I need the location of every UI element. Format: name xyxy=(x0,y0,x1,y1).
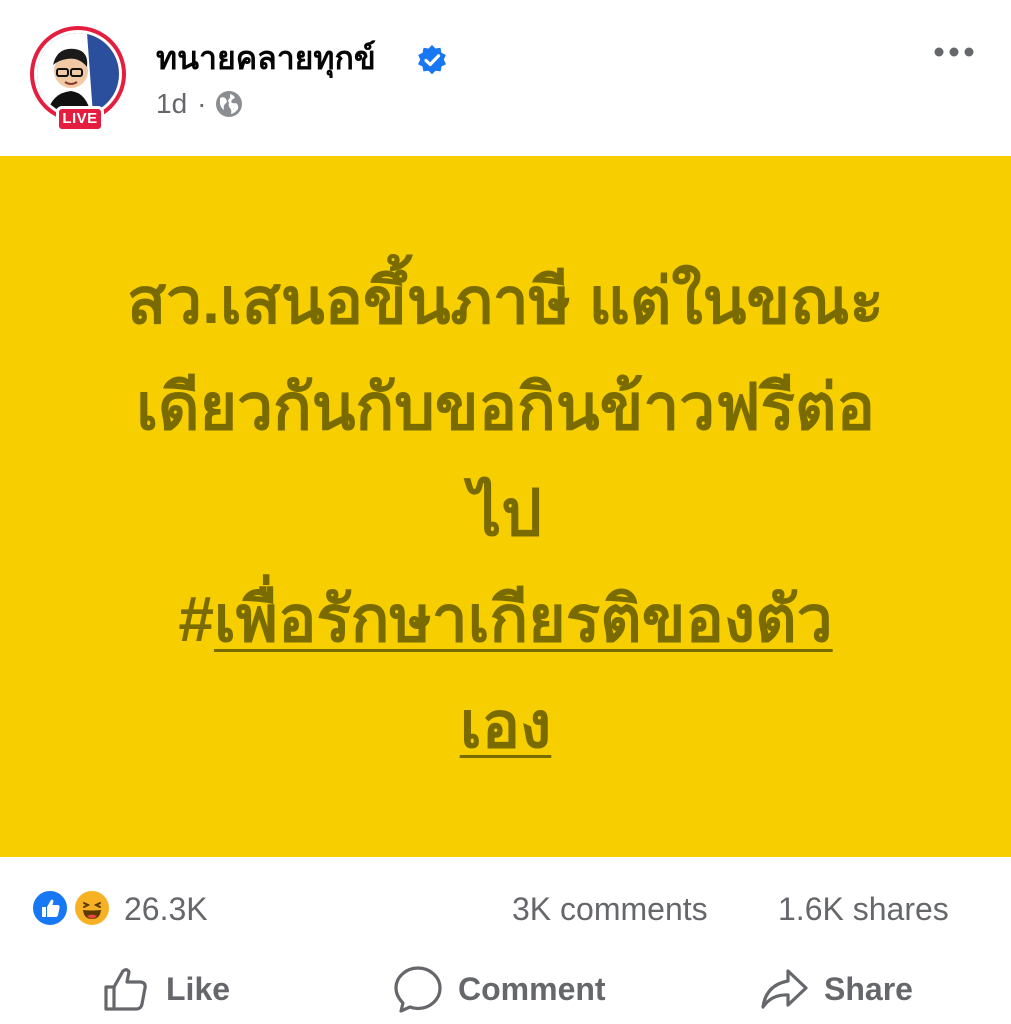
post-timestamp[interactable]: 1d xyxy=(156,88,187,120)
meta-separator: · xyxy=(197,88,207,119)
page-avatar[interactable]: LIVE xyxy=(30,26,134,132)
comment-bubble-icon xyxy=(394,966,442,1013)
shares-count[interactable]: 1.6K shares xyxy=(778,888,949,930)
like-label: Like xyxy=(166,970,231,1007)
thumbs-up-icon xyxy=(104,968,147,1011)
post-meta: 1d · xyxy=(156,86,244,122)
like-button[interactable]: Like xyxy=(100,958,230,1020)
comment-button[interactable]: Comment xyxy=(392,958,606,1020)
comment-label: Comment xyxy=(458,970,606,1007)
haha-reaction-icon[interactable] xyxy=(72,888,112,928)
hashtag-prefix: # xyxy=(178,583,214,655)
hashtag-line: #เพื่อรักษาเกียรติของตัว xyxy=(40,566,971,672)
verified-badge-icon xyxy=(418,45,446,75)
globe-icon xyxy=(216,91,243,117)
share-button[interactable]: Share xyxy=(758,958,913,1020)
post-text-line-3: ไป xyxy=(469,477,542,549)
comments-count[interactable]: 3K comments xyxy=(512,888,708,930)
hashtag-link[interactable]: เพื่อรักษาเกียรติของตัว xyxy=(214,583,833,655)
avatar-image xyxy=(37,33,119,115)
hashtag-link-continued[interactable]: เอง xyxy=(460,689,552,761)
share-arrow-icon xyxy=(761,969,808,1009)
post-text-line-1: สว.เสนอขึ้นภาษี แต่ในขณะ xyxy=(127,265,884,337)
like-reaction-icon[interactable] xyxy=(30,888,70,928)
post-header: LIVE ทนายคลายทุกข์ 1d · xyxy=(0,0,1011,156)
post-text-line-2: เดียวกันกับขอกินข้าวฟรีต่อ xyxy=(136,371,875,443)
more-options-icon[interactable] xyxy=(932,40,976,64)
live-badge: LIVE xyxy=(56,106,104,132)
hashtag-line-2: เอง xyxy=(40,672,971,778)
share-label: Share xyxy=(824,970,913,1007)
reactions-count[interactable]: 26.3K xyxy=(124,888,208,930)
page-name[interactable]: ทนายคลายทุกข์ xyxy=(156,36,376,80)
